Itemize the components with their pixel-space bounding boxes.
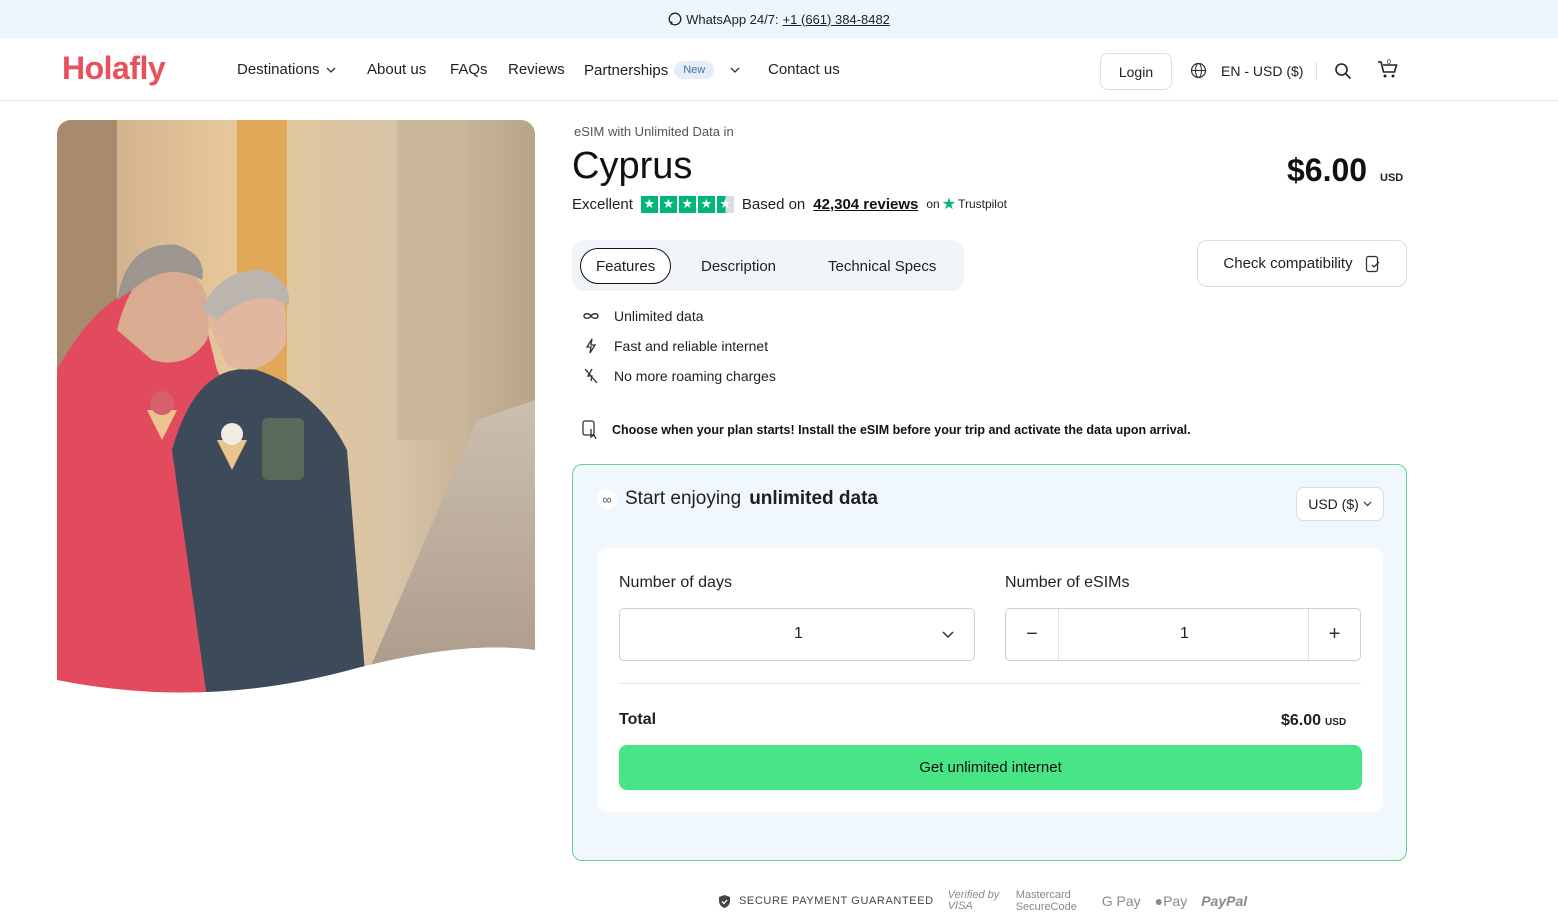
total-value: $6.00 USD (1281, 712, 1346, 730)
product-subtitle: eSIM with Unlimited Data in (574, 124, 734, 139)
search-icon[interactable] (1334, 62, 1352, 80)
chevron-down-icon (326, 67, 336, 73)
total-currency: USD (1325, 717, 1347, 728)
check-compatibility-label: Check compatibility (1223, 255, 1353, 272)
chevron-down-icon (1363, 501, 1372, 507)
nav-partnerships[interactable]: Partnerships New (584, 61, 740, 79)
whatsapp-info: WhatsApp 24/7: (668, 12, 779, 27)
plan-heading-bold: unlimited data (749, 488, 878, 509)
plan-heading: ∞ Start enjoying unlimited data (597, 488, 878, 510)
rating-word: Excellent (572, 195, 633, 213)
based-on-text: Based on (741, 195, 806, 213)
esims-stepper: − 1 + (1005, 608, 1361, 661)
nav-divider (1316, 62, 1317, 80)
lightning-icon (585, 338, 597, 354)
chevron-down-icon (942, 631, 954, 639)
shield-check-icon (719, 894, 730, 908)
mastercard-logo: Mastercard SecureCode (1015, 889, 1077, 913)
infinity-icon: ∞ (597, 489, 617, 509)
holafly-logo[interactable]: Holafly (62, 50, 166, 87)
payment-methods: SECURE PAYMENT GUARANTEED Verified by VI… (718, 889, 1247, 913)
cart-count: 0 (1387, 59, 1391, 66)
activation-note-text: Choose when your plan starts! Install th… (612, 423, 1191, 437)
product-title: Cyprus (572, 145, 693, 187)
star-half-icon: ★ (716, 195, 734, 213)
hero-image (57, 120, 535, 698)
activation-note: Choose when your plan starts! Install th… (582, 420, 1191, 440)
nav-partnerships-label: Partnerships (584, 61, 669, 79)
esims-label: Number of eSIMs (1005, 574, 1130, 591)
check-compatibility-button[interactable]: Check compatibility (1197, 240, 1407, 287)
apple-icon: ● (1154, 893, 1164, 909)
whatsapp-phone-link[interactable]: +1 (661) 384-8482 (783, 12, 890, 27)
paypal-logo: PayPal (1201, 893, 1248, 909)
total-amount: $6.00 (1281, 712, 1322, 729)
tab-technical-specs[interactable]: Technical Specs (828, 248, 936, 284)
reviews-link[interactable]: 42,304 reviews (813, 196, 918, 213)
feature-label: Unlimited data (614, 308, 704, 324)
feature-no-roaming: No more roaming charges (582, 368, 776, 384)
feature-fast-internet: Fast and reliable internet (582, 338, 768, 354)
trustpilot-logo: on ★ Trustpilot (926, 194, 1007, 214)
new-badge: New (674, 61, 715, 79)
currency-select-value: USD ($) (1308, 496, 1359, 512)
rating-stars: ★ ★ ★ ★ ★ (640, 195, 734, 213)
whatsapp-label: WhatsApp 24/7: (686, 11, 779, 27)
locale-selector[interactable]: EN - USD ($) (1190, 62, 1303, 79)
currency-select[interactable]: USD ($) (1296, 487, 1384, 521)
compatibility-check-icon (1365, 255, 1380, 272)
nav-contact[interactable]: Contact us (768, 61, 840, 78)
no-roaming-icon (584, 368, 598, 384)
feature-label: No more roaming charges (614, 368, 776, 384)
main-nav: Holafly Destinations About us FAQs Revie… (0, 38, 1558, 101)
plan-selector: ∞ Start enjoying unlimited data USD ($) … (572, 464, 1407, 861)
plan-card: Number of days 1 Number of eSIMs − 1 + T… (597, 548, 1383, 812)
feature-label: Fast and reliable internet (614, 338, 769, 354)
google-pay-logo: G Pay (1101, 893, 1141, 909)
days-label: Number of days (619, 574, 732, 591)
total-label: Total (619, 711, 657, 728)
announcement-bar: WhatsApp 24/7: +1 (661) 384-8482 (0, 0, 1558, 38)
product-price-currency: USD (1380, 172, 1404, 184)
whatsapp-icon (668, 12, 682, 26)
apple-pay-logo: ●Pay (1155, 893, 1188, 909)
days-value: 1 (794, 625, 803, 642)
visa-logo: Verified by VISA (947, 889, 1000, 912)
star-icon: ★ (640, 195, 658, 213)
apple-pay-label: Pay (1163, 893, 1188, 909)
star-icon: ★ (697, 195, 715, 213)
nav-destinations-label: Destinations (237, 61, 320, 78)
product-tabs: Features Description Technical Specs (572, 240, 964, 291)
nav-destinations[interactable]: Destinations (237, 61, 336, 78)
secure-payment: SECURE PAYMENT GUARANTEED (718, 894, 934, 909)
tab-description[interactable]: Description (701, 248, 776, 284)
nav-about[interactable]: About us (367, 61, 426, 78)
trustpilot-label: Trustpilot (958, 197, 1007, 211)
esims-value: 1 (1180, 625, 1189, 642)
trustpilot-rating: Excellent ★ ★ ★ ★ ★ Based on 42,304 revi… (572, 194, 1007, 214)
tap-phone-icon (582, 420, 597, 440)
cart-icon[interactable]: 0 (1377, 58, 1399, 80)
feature-unlimited-data: Unlimited data (582, 308, 704, 324)
star-icon: ★ (678, 195, 696, 213)
decrement-button[interactable]: − (1006, 609, 1059, 660)
days-select[interactable]: 1 (619, 608, 975, 661)
get-unlimited-internet-button[interactable]: Get unlimited internet (619, 745, 1362, 790)
divider (619, 683, 1361, 684)
plan-heading-prefix: Start enjoying (625, 488, 742, 509)
on-text: on (926, 197, 940, 211)
product-price: $6.00 (1287, 152, 1368, 188)
locale-label: EN - USD ($) (1221, 62, 1304, 79)
trustpilot-star-icon: ★ (941, 196, 957, 213)
nav-reviews[interactable]: Reviews (508, 61, 565, 78)
chevron-down-icon (730, 67, 740, 73)
login-button[interactable]: Login (1100, 53, 1172, 90)
star-icon: ★ (659, 195, 677, 213)
secure-payment-text: SECURE PAYMENT GUARANTEED (739, 895, 934, 907)
infinity-icon (583, 313, 599, 319)
nav-faqs[interactable]: FAQs (450, 61, 488, 78)
increment-button[interactable]: + (1308, 609, 1360, 660)
tab-features[interactable]: Features (580, 248, 672, 284)
globe-icon (1190, 62, 1207, 79)
